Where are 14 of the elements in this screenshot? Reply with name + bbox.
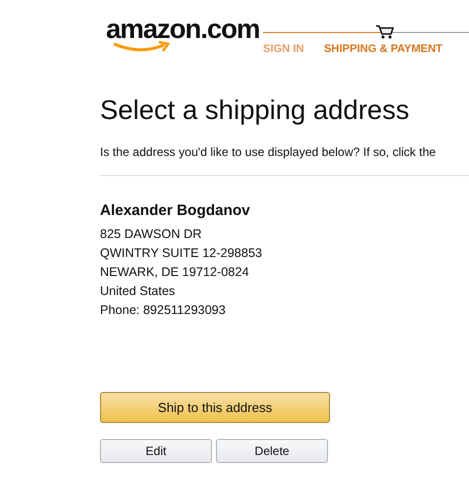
smile-arrow-icon [112,41,170,53]
address-line: 825 DAWSON DR [100,226,203,243]
recipient-name: Alexander Bogdanov [100,201,252,222]
ship-to-address-button[interactable]: Ship to this address [100,392,330,423]
address-line: Phone: 892511293093 [100,302,227,319]
address-action-button[interactable]: Delete [216,438,328,463]
address-line: QWINTRY SUITE 12-298853 [100,244,264,262]
amazon-logo[interactable]: amazon.com [106,16,260,43]
address-action-button[interactable]: Edit [100,438,212,463]
page-title: Select a shipping address [100,94,410,126]
cart-icon [375,24,395,39]
address-line: United States [100,282,176,300]
address-line: NEWARK, DE 19712-0824 [100,264,250,281]
instruction-text: Is the address you'd like to use displayed below? If so, click the [100,144,437,162]
